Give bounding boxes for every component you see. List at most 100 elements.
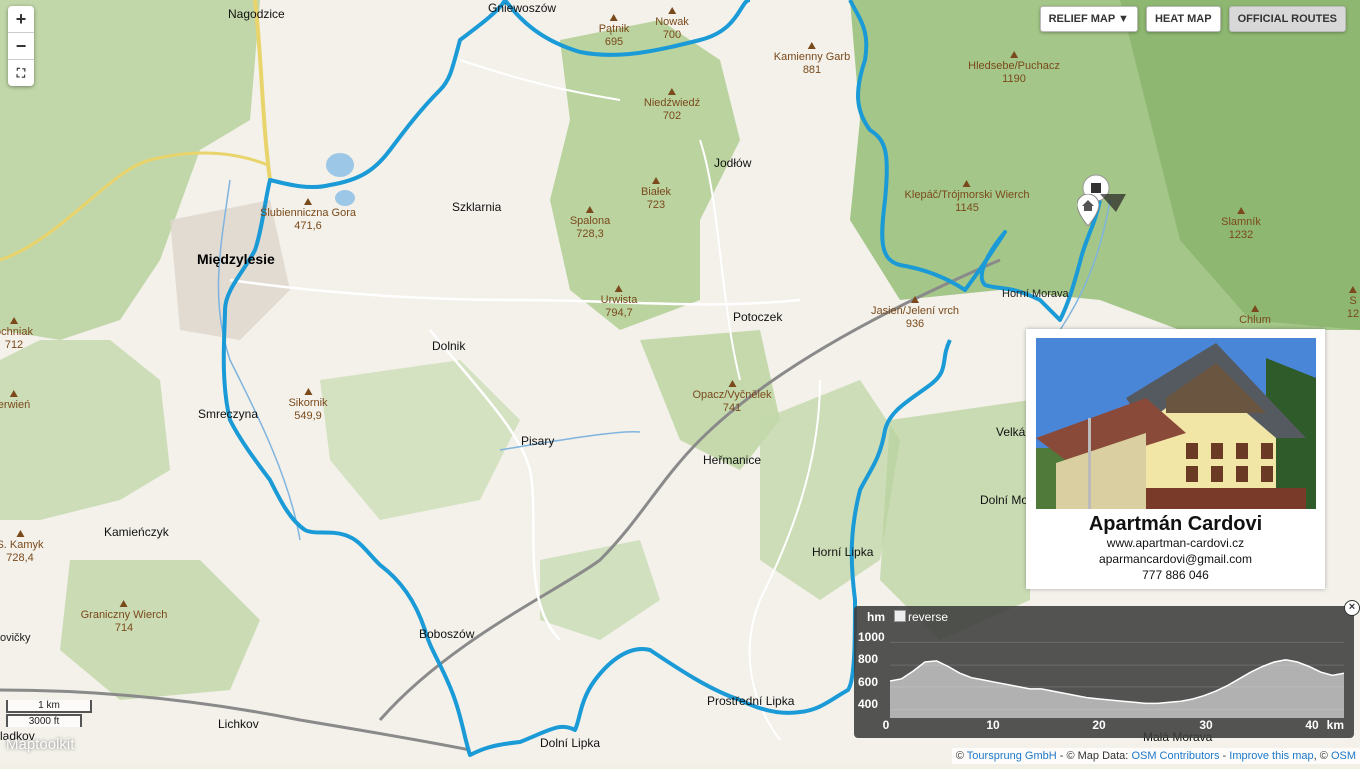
peak-icon — [609, 14, 618, 21]
copyright-symbol: © — [955, 750, 964, 762]
layer-switcher: RELIEF MAP ▼ HEAT MAP OFFICIAL ROUTES — [1039, 6, 1346, 32]
peak-name: Jasień/Jelení vrch — [870, 305, 960, 317]
place-label: Nagodzice — [228, 7, 285, 21]
place-label: Dolní Mo — [980, 493, 1029, 507]
peak-name: Spalona — [569, 215, 611, 227]
peak-elevation: 1145 — [955, 202, 979, 214]
peak-icon — [10, 390, 18, 397]
poi-email-link[interactable]: aparmancardovi@gmail.com — [1026, 552, 1325, 566]
peak-name: Pątnik — [598, 23, 630, 35]
poi-title: Apartmán Cardovi — [1088, 513, 1263, 535]
peak-elevation: 728,3 — [576, 228, 604, 240]
place-label: Potoczek — [733, 310, 783, 324]
peak-name: Ślubienniczna Gora — [259, 207, 357, 219]
peak-elevation: 695 — [604, 36, 624, 48]
reverse-toggle[interactable]: reverse — [894, 610, 948, 624]
place-label: Horní Morava — [1002, 288, 1069, 300]
peak-marker: Chlum — [1239, 305, 1271, 327]
peak-elevation: 728,4 — [6, 552, 34, 564]
x-tick-label: 30 — [1199, 718, 1213, 732]
poi-website-link[interactable]: www.apartman-cardovi.cz — [1026, 536, 1325, 550]
peak-marker: Klepáč/Trójmorski Wierch 1145 — [904, 180, 1030, 215]
osm-contributors-link[interactable]: OSM Contributors — [1131, 750, 1219, 762]
peak-icon — [586, 206, 594, 213]
place-label: Heřmanice — [703, 453, 762, 467]
peak-elevation: 549,9 — [294, 410, 322, 422]
peak-marker: ochniak712 — [0, 317, 33, 352]
close-elevation-button[interactable]: × — [1344, 600, 1360, 616]
apartment-photo — [1036, 338, 1316, 509]
place-label: Horní Lipka — [812, 545, 874, 559]
peak-name: Hledsebe/Puchacz — [968, 60, 1060, 72]
x-tick-label: 20 — [1092, 718, 1106, 732]
peak-elevation: 936 — [905, 318, 925, 330]
place-label: Jodłów — [714, 156, 752, 170]
place-label: Velká — [996, 425, 1026, 439]
peak-icon — [727, 380, 736, 387]
peak-icon — [303, 198, 312, 205]
peak-marker: Opacz/Vyčnělek 741 — [692, 380, 772, 415]
peak-marker: Jasień/Jelení vrch 936 — [871, 296, 959, 331]
place-label: Prostřední Lipka — [707, 694, 795, 708]
zoom-out-button[interactable]: − — [8, 33, 34, 60]
x-tick-label: 0 — [882, 718, 890, 732]
place-label: Lichkov — [218, 717, 259, 731]
peak-icon — [1009, 51, 1018, 58]
y-tick-label: 800 — [858, 652, 879, 666]
peak-elevation: 12 — [1346, 308, 1360, 320]
peak-marker: Spalona 728,3 — [570, 206, 610, 241]
official-routes-button[interactable]: OFFICIAL ROUTES — [1228, 6, 1346, 32]
peak-marker: S. Kamyk 728,4 — [0, 530, 44, 565]
peak-marker: Urwista 794,7 — [601, 285, 637, 320]
y-tick-label: 1000 — [858, 630, 885, 644]
peak-name: Niedźwiedź — [643, 97, 701, 109]
peak-elevation: 712 — [4, 339, 24, 351]
peak-name: Nowak — [655, 16, 689, 28]
peak-name: S. Kamyk — [0, 539, 44, 551]
peak-marker: Graniczny Wierch 714 — [81, 600, 167, 635]
place-label: Pisary — [521, 434, 555, 448]
toursprung-link[interactable]: Toursprung GmbH — [967, 750, 1057, 762]
home-marker-icon[interactable] — [1077, 194, 1099, 226]
place-label: Dolní Lipka — [540, 736, 601, 750]
brand-logo: Maptoolkit — [6, 736, 75, 753]
elevation-chart[interactable] — [890, 634, 1344, 718]
peak-marker: erwień — [0, 390, 30, 412]
elevation-profile-panel[interactable]: hm reverse 1000 800 600 400 0 10 20 30 4… — [854, 606, 1354, 738]
y-tick-label: 400 — [858, 697, 879, 711]
zoom-in-button[interactable]: + — [8, 6, 34, 33]
peak-marker: Hledsebe/Puchacz 1190 — [968, 51, 1060, 86]
peak-name: Kamienny Garb — [773, 51, 851, 63]
elevation-unit-label: hm — [867, 610, 885, 624]
map-data-label: - © Map Data: — [1059, 750, 1129, 762]
scale-metric: 1 km — [6, 700, 92, 713]
peak-name: Klepáč/Trójmorski Wierch — [904, 189, 1030, 201]
peak-icon — [614, 285, 623, 292]
reverse-checkbox[interactable] — [894, 610, 906, 622]
improve-map-link[interactable]: Improve this map — [1229, 750, 1313, 762]
place-label: Dolnik — [432, 339, 466, 353]
osm-link[interactable]: OSM — [1331, 750, 1356, 762]
peak-icon — [910, 296, 919, 303]
distance-unit-label: km — [1326, 718, 1344, 732]
peak-icon — [652, 177, 660, 184]
place-label: Gniewoszów — [488, 1, 557, 15]
peak-elevation: 723 — [646, 199, 666, 211]
peak-marker: Niedźwiedź 702 — [644, 88, 700, 123]
heat-map-button[interactable]: HEAT MAP — [1145, 6, 1221, 32]
peak-icon — [1237, 207, 1245, 214]
y-tick-label: 600 — [858, 675, 879, 689]
fullscreen-button[interactable]: ⛶ — [8, 60, 34, 86]
peak-marker: Slamník 1232 — [1221, 207, 1261, 242]
peak-icon — [9, 317, 18, 324]
elevation-area — [890, 659, 1344, 718]
peak-icon — [304, 388, 312, 395]
peak-icon — [668, 88, 676, 95]
peak-name: Białek — [641, 186, 671, 198]
peak-name: Opacz/Vyčnělek — [692, 389, 772, 401]
peak-elevation: 471,6 — [294, 220, 322, 232]
relief-map-button[interactable]: RELIEF MAP ▼ — [1039, 6, 1138, 32]
peak-marker: Nowak 700 — [655, 7, 689, 42]
peak-elevation: 1190 — [1002, 73, 1026, 85]
poi-card[interactable]: Apartmán Cardovi www.apartman-cardovi.cz… — [1026, 329, 1325, 589]
